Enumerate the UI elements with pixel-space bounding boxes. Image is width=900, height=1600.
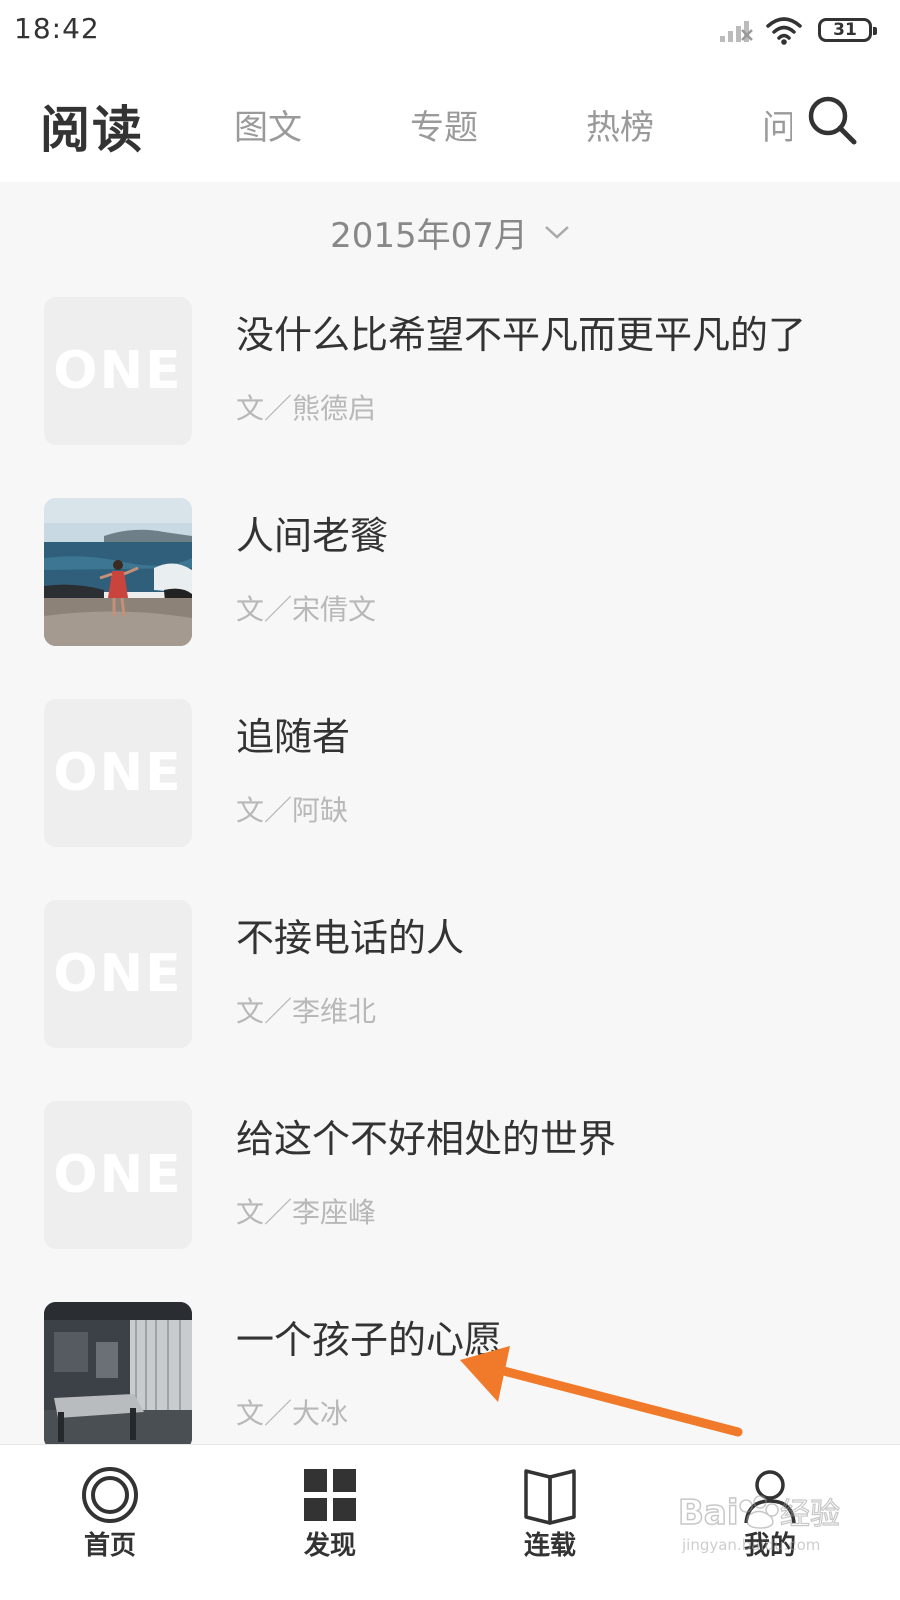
status-time: 18:42 bbox=[14, 12, 100, 45]
one-logo: ONE bbox=[53, 341, 183, 401]
tab-graphic[interactable]: 图文 bbox=[234, 100, 302, 149]
article-title: 追随者 bbox=[236, 715, 351, 759]
list-item[interactable]: 人间老餮 文／宋倩文 bbox=[0, 483, 900, 683]
article-author: 文／李维北 bbox=[236, 995, 377, 1028]
tab-topic[interactable]: 专题 bbox=[410, 100, 478, 149]
article-thumbnail bbox=[44, 1302, 192, 1450]
battery-icon: 31 bbox=[818, 18, 877, 42]
status-bar: 18:42 31 bbox=[0, 0, 900, 62]
article-author: 文／阿缺 bbox=[236, 794, 349, 827]
date-selector[interactable]: 2015年07月 bbox=[0, 182, 900, 282]
article-title: 不接电话的人 bbox=[236, 916, 465, 960]
article-author: 文／大冰 bbox=[236, 1397, 349, 1430]
home-icon bbox=[82, 1467, 138, 1523]
svg-text:Bai: Bai bbox=[678, 1493, 739, 1533]
article-thumbnail: ONE bbox=[44, 297, 192, 445]
search-icon[interactable] bbox=[804, 92, 860, 148]
list-item[interactable]: ONE 给这个不好相处的世界 文／李座峰 bbox=[0, 1086, 900, 1286]
book-icon bbox=[524, 1469, 576, 1525]
article-title: 人间老餮 bbox=[236, 514, 389, 558]
photo-girl-by-sea bbox=[44, 498, 192, 646]
list-item[interactable]: ONE 不接电话的人 文／李维北 bbox=[0, 885, 900, 1085]
grid-icon bbox=[304, 1469, 356, 1521]
chevron-down-icon bbox=[545, 226, 569, 239]
list-item[interactable]: ONE 没什么比希望不平凡而更平凡的了 文／熊德启 bbox=[0, 282, 900, 482]
svg-text:经验: 经验 bbox=[780, 1497, 840, 1532]
article-thumbnail: ONE bbox=[44, 900, 192, 1048]
nav-item-home[interactable]: 首页 bbox=[50, 1445, 170, 1600]
article-author: 文／熊德启 bbox=[236, 392, 377, 425]
svg-text:jingyan.baidu.com: jingyan.baidu.com bbox=[681, 1536, 820, 1554]
nav-item-serial[interactable]: 连载 bbox=[490, 1445, 610, 1600]
baidu-watermark-logo: Bai 经验 jingyan.baidu.com bbox=[677, 1492, 840, 1554]
one-logo: ONE bbox=[53, 1145, 183, 1205]
date-label: 2015年07月 bbox=[330, 215, 528, 256]
article-thumbnail: ONE bbox=[44, 1101, 192, 1249]
tab-qa[interactable]: 问 bbox=[762, 100, 792, 149]
nav-label: 连载 bbox=[523, 1531, 576, 1561]
one-logo: ONE bbox=[53, 743, 183, 803]
article-author: 文／宋倩文 bbox=[236, 593, 377, 626]
nav-item-discover[interactable]: 发现 bbox=[270, 1445, 390, 1600]
article-title: 给这个不好相处的世界 bbox=[236, 1117, 617, 1161]
nav-label: 首页 bbox=[83, 1531, 136, 1561]
article-author: 文／李座峰 bbox=[236, 1196, 377, 1229]
one-logo: ONE bbox=[53, 944, 183, 1004]
article-thumbnail: ONE bbox=[44, 699, 192, 847]
signal-icon bbox=[720, 21, 753, 42]
wifi-icon bbox=[766, 17, 802, 45]
page-title: 阅读 bbox=[40, 101, 144, 159]
tab-hot[interactable]: 热榜 bbox=[586, 100, 654, 149]
list-item[interactable]: ONE 追随者 文／阿缺 bbox=[0, 684, 900, 884]
nav-label: 发现 bbox=[303, 1531, 356, 1561]
article-title: 没什么比希望不平凡而更平凡的了 bbox=[236, 313, 807, 357]
arrow-annotation bbox=[460, 1346, 743, 1437]
photo-hospital-room bbox=[44, 1302, 192, 1450]
article-thumbnail bbox=[44, 498, 192, 646]
header: 阅读 图文 专题 热榜 问 bbox=[0, 62, 900, 182]
